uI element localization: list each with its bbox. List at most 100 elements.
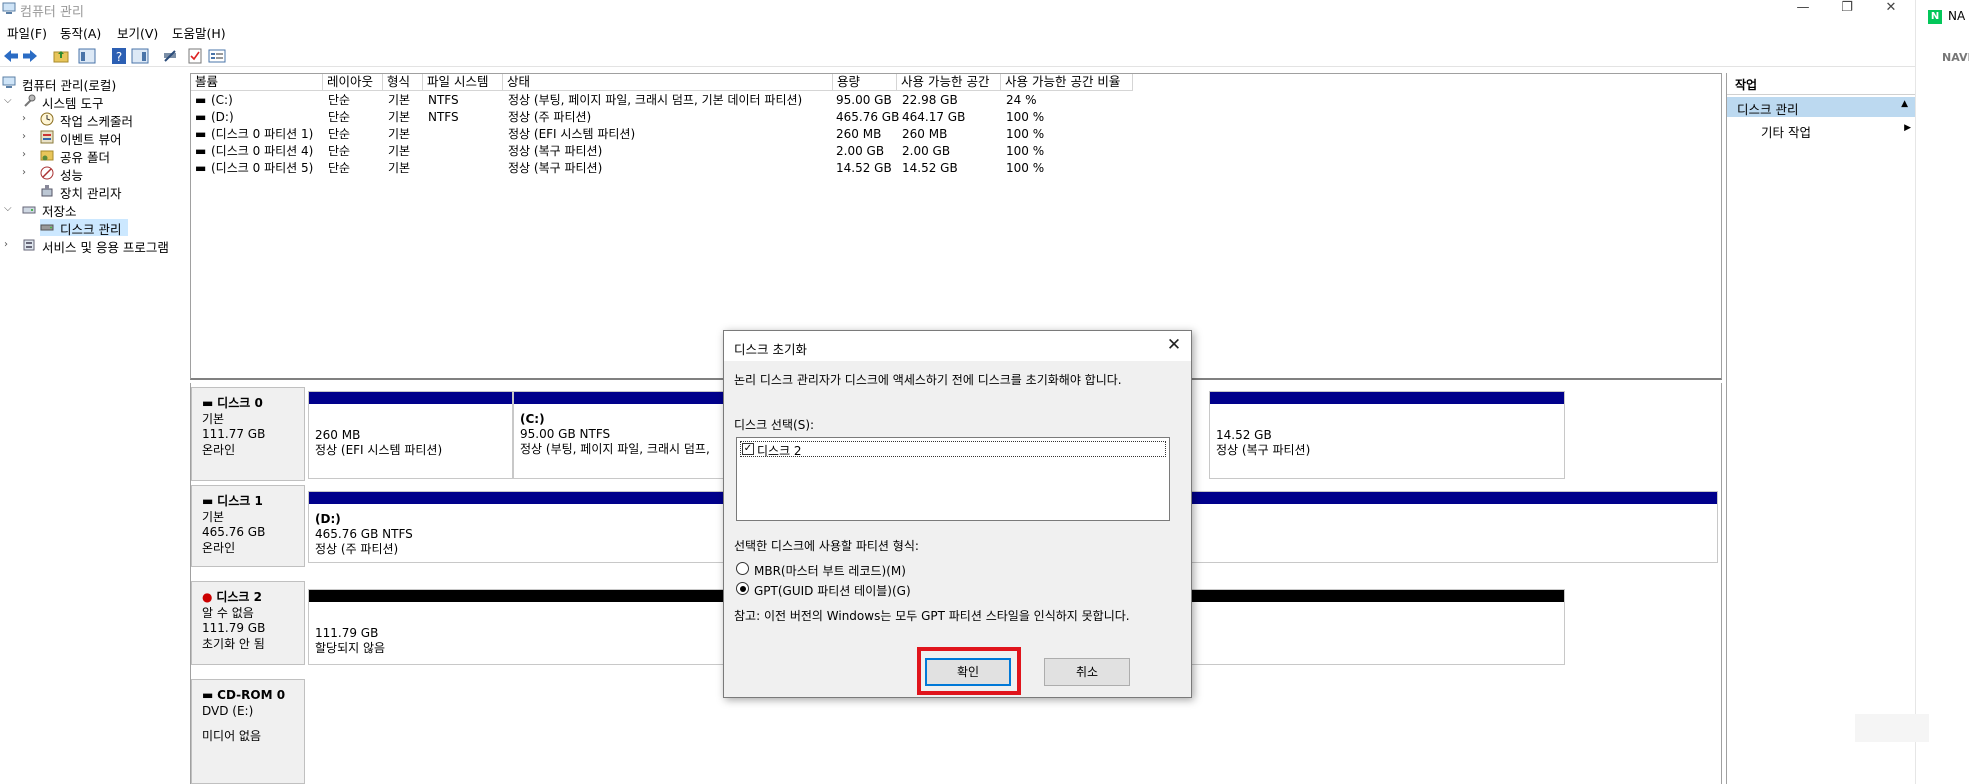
folder-up-icon[interactable]: [52, 47, 70, 65]
actions-section-disk-management[interactable]: 디스크 관리 ▲: [1727, 97, 1916, 117]
tree-item-computer-management[interactable]: 컴퓨터 관리(로컬): [2, 75, 188, 93]
cdrom-icon: ▬: [202, 688, 214, 702]
title-bar: 컴퓨터 관리 — ❐ ✕: [0, 0, 1915, 20]
tree-item-performance[interactable]: › 성능: [22, 165, 188, 183]
edge-text-2: NAVE: [1942, 51, 1969, 64]
menu-help[interactable]: 도움말(H): [172, 23, 226, 42]
cdrom-0-type: DVD (E:): [202, 703, 254, 718]
list-item[interactable]: ✓ 디스크 2: [740, 441, 1166, 458]
tree-item-services-apps[interactable]: › 서비스 및 응용 프로그램: [4, 237, 188, 255]
chevron-right-icon[interactable]: ›: [22, 149, 32, 160]
chevron-down-icon[interactable]: ⌵: [4, 95, 14, 106]
back-icon[interactable]: [2, 47, 20, 65]
tree-item-task-scheduler[interactable]: › 작업 스케줄러: [22, 111, 188, 129]
connect-icon[interactable]: [162, 47, 180, 65]
tree-item-shared-folders[interactable]: › 공유 폴더: [22, 147, 188, 165]
cell-layout: 단순: [328, 110, 351, 124]
cancel-button[interactable]: 취소: [1044, 658, 1130, 686]
cell-type: 기본: [388, 127, 411, 141]
details-icon[interactable]: [208, 47, 226, 65]
mbr-radio[interactable]: [736, 562, 749, 575]
cell-capacity: 14.52 GB: [836, 161, 892, 175]
menu-bar: 파일(F) 동작(A) 보기(V) 도움말(H): [0, 21, 1915, 41]
tree-label: 이벤트 뷰어: [60, 132, 122, 147]
initialize-disk-dialog: 디스크 초기화 ✕ 논리 디스크 관리자가 디스크에 액세스하기 전에 디스크를…: [723, 330, 1192, 698]
disk-2-size: 111.79 GB: [202, 621, 266, 635]
cell-type: 기본: [388, 144, 411, 158]
column-header-status[interactable]: 상태: [503, 74, 833, 91]
column-header-type[interactable]: 형식: [383, 74, 423, 91]
properties-pane-icon[interactable]: [131, 47, 149, 65]
partition-bar: [309, 392, 512, 404]
chevron-right-icon[interactable]: ›: [22, 113, 32, 124]
collapse-icon[interactable]: ▲: [1901, 99, 1908, 109]
cell-layout: 단순: [328, 144, 351, 158]
cell-capacity: 465.76 GB: [836, 110, 900, 124]
disk-2-label[interactable]: ● 디스크 2 알 수 없음 111.79 GB 초기화 안 됨: [191, 581, 305, 665]
partition-size: 95.00 GB NTFS: [520, 427, 611, 441]
column-header-capacity[interactable]: 용량: [833, 74, 897, 91]
cell-type: 기본: [388, 161, 411, 175]
forward-icon[interactable]: [21, 47, 39, 65]
tree-item-event-viewer[interactable]: › 이벤트 뷰어: [22, 129, 188, 147]
maximize-button[interactable]: ❐: [1824, 0, 1870, 18]
help-icon[interactable]: ?: [110, 47, 128, 65]
disk-2-checkbox[interactable]: ✓: [742, 443, 754, 455]
disk-0-partition-efi[interactable]: 260 MB 정상 (EFI 시스템 파티션): [308, 391, 513, 479]
menu-action[interactable]: 동작(A): [60, 23, 101, 42]
volume-icon: ▬: [195, 144, 207, 158]
disk-1-label[interactable]: ▬ 디스크 1 기본 465.76 GB 온라인: [191, 485, 305, 567]
column-header-filesystem[interactable]: 파일 시스템: [423, 74, 503, 91]
column-header-free-space[interactable]: 사용 가능한 공간: [897, 74, 1001, 91]
computer-management-icon: [2, 76, 16, 88]
disk-0-partition-c[interactable]: (C:) 95.00 GB NTFS 정상 (부팅, 페이지 파일, 크래시 덤…: [513, 391, 733, 479]
tree-label: 공유 폴더: [60, 150, 110, 165]
cell-free-percent: 100 %: [1006, 161, 1045, 175]
action-more-actions[interactable]: 기타 작업 ▶: [1761, 122, 1911, 141]
mbr-label[interactable]: MBR(마스터 부트 레코드)(M): [754, 562, 906, 579]
gpt-radio[interactable]: [736, 582, 749, 595]
actions-pane: 작업 디스크 관리 ▲ 기타 작업 ▶: [1726, 73, 1916, 784]
disk-icon: ▬: [202, 396, 214, 410]
checklist-icon[interactable]: [186, 47, 204, 65]
chevron-right-icon[interactable]: ›: [22, 131, 32, 142]
disk-0-label[interactable]: ▬ 디스크 0 기본 111.77 GB 온라인: [191, 387, 305, 481]
cell-free-percent: 100 %: [1006, 127, 1045, 141]
tree-item-disk-management[interactable]: 디스크 관리: [40, 219, 128, 237]
cell-free-percent: 100 %: [1006, 110, 1045, 124]
disk-icon: [40, 224, 54, 231]
column-header-layout[interactable]: 레이아웃: [323, 74, 383, 91]
cell-volume: (D:): [211, 110, 234, 124]
column-header-volume[interactable]: 볼륨: [191, 74, 323, 91]
minimize-button[interactable]: —: [1780, 0, 1826, 18]
tree-label: 컴퓨터 관리(로컬): [22, 78, 117, 93]
disk-0-partition-recovery[interactable]: 14.52 GB 정상 (복구 파티션): [1209, 391, 1565, 479]
volume-icon: ▬: [195, 110, 207, 124]
chevron-right-icon[interactable]: ›: [4, 239, 14, 250]
device-manager-icon: [41, 185, 53, 197]
gpt-label[interactable]: GPT(GUID 파티션 테이블)(G): [754, 582, 911, 599]
chevron-down-icon[interactable]: ⌵: [4, 203, 14, 214]
actions-section-label: 디스크 관리: [1737, 102, 1799, 117]
tree-item-system-tools[interactable]: ⌵ 시스템 도구: [4, 93, 188, 111]
ok-button-highlight: [917, 647, 1021, 695]
column-header-free-percent[interactable]: 사용 가능한 공간 비율: [1001, 74, 1133, 91]
cdrom-0-label[interactable]: ▬ CD-ROM 0 DVD (E:) 미디어 없음: [191, 679, 305, 784]
menu-view[interactable]: 보기(V): [117, 23, 158, 42]
chevron-right-icon[interactable]: ›: [22, 167, 32, 178]
show-hide-tree-icon[interactable]: [78, 47, 96, 65]
cell-filesystem: NTFS: [428, 93, 459, 107]
disk-2-name: ● 디스크 2: [202, 590, 262, 604]
disk-1-size: 465.76 GB: [202, 525, 266, 539]
menu-file[interactable]: 파일(F): [7, 23, 47, 42]
close-icon[interactable]: ✕: [1163, 334, 1185, 356]
disk-1-name: ▬ 디스크 1: [202, 494, 263, 508]
tree-item-storage[interactable]: ⌵ 저장소: [4, 201, 188, 219]
submenu-arrow-icon: ▶: [1904, 123, 1911, 133]
tree-label: 시스템 도구: [42, 96, 104, 111]
tree-item-device-manager[interactable]: 장치 관리자: [40, 183, 188, 201]
disk-select-list[interactable]: ✓ 디스크 2: [736, 437, 1170, 521]
cell-free-space: 260 MB: [902, 127, 948, 141]
close-button[interactable]: ✕: [1868, 0, 1914, 18]
cell-type: 기본: [388, 110, 411, 124]
